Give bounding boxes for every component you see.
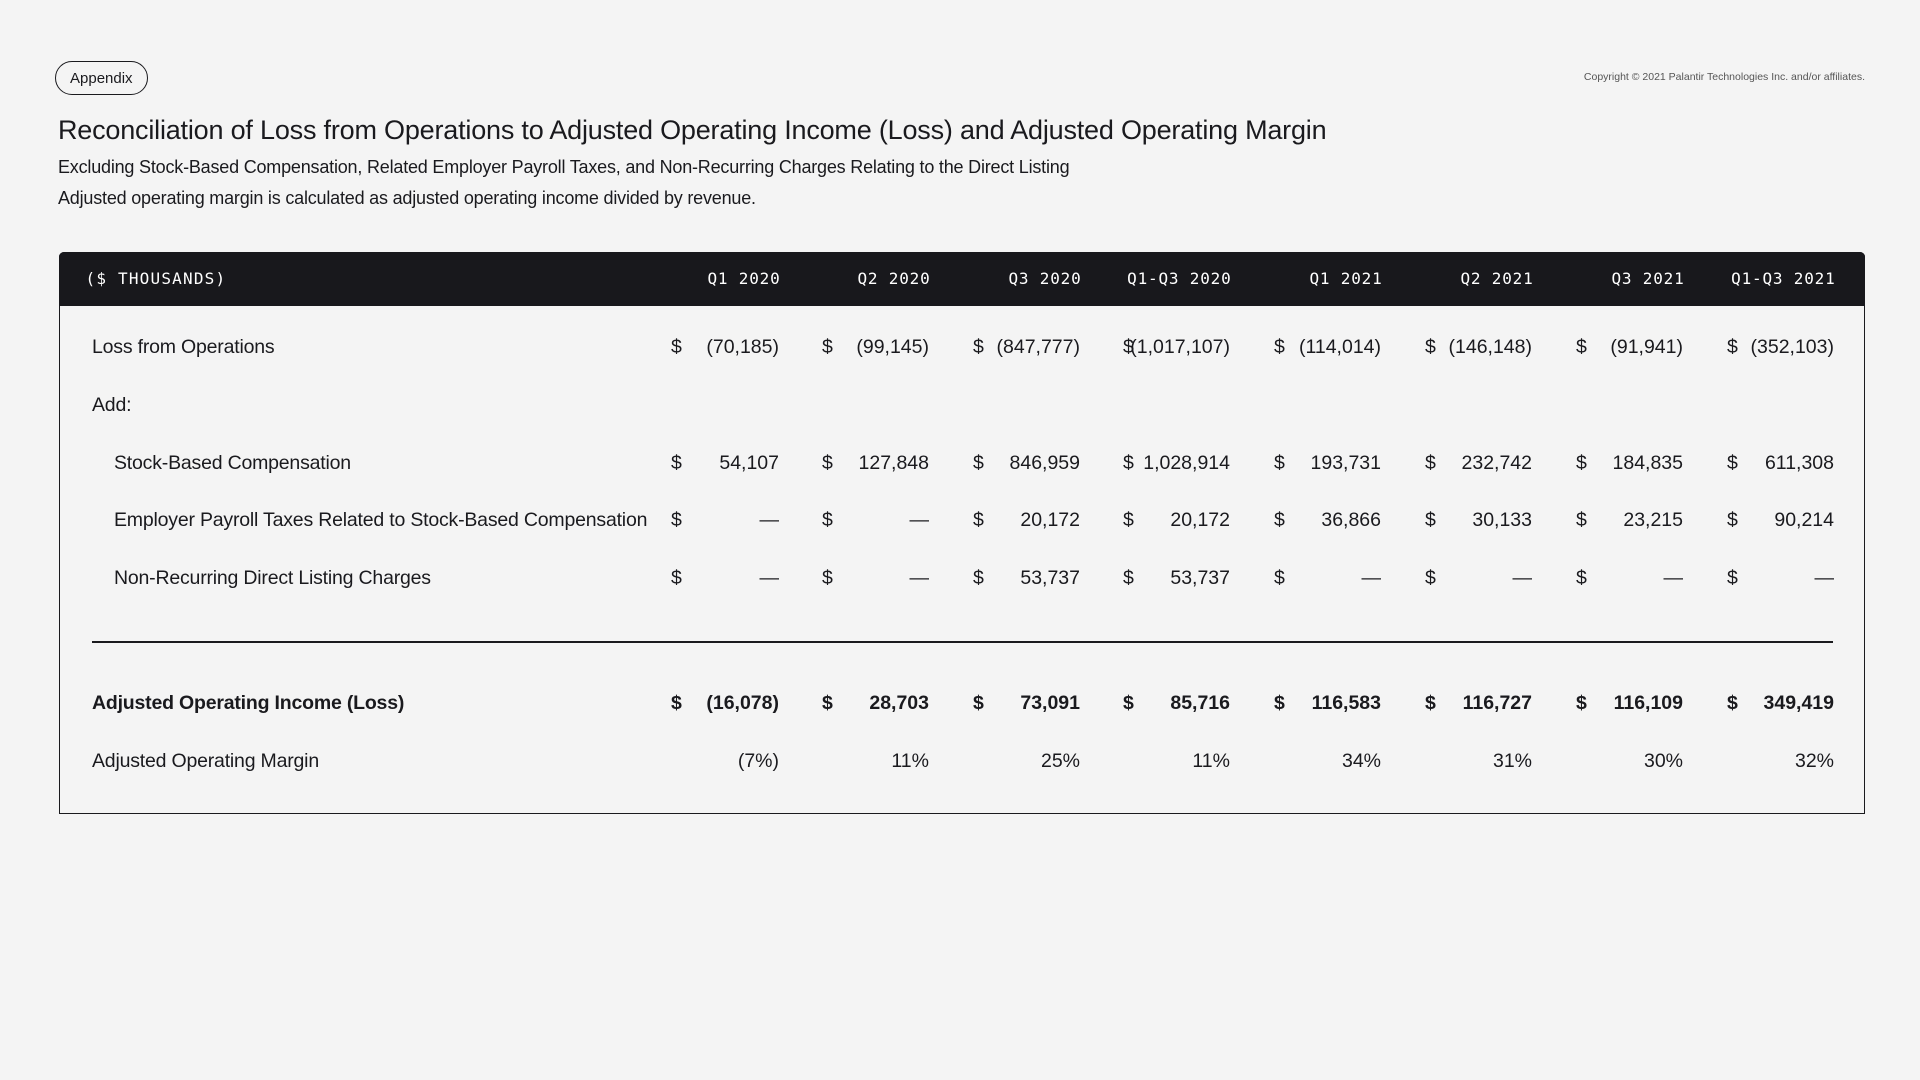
appendix-badge: Appendix <box>55 61 148 95</box>
column-header: Q1-Q3 2021 <box>1731 268 1836 288</box>
table-cell: 28,703 <box>869 692 929 714</box>
table-cell: 20,172 <box>1170 509 1230 531</box>
table-cell: 846,959 <box>1009 452 1081 474</box>
table-cell: — <box>759 509 780 531</box>
table-cell: — <box>1663 567 1684 589</box>
table-row: Adjusted Operating Margin (7%) 11% 25% 11% 34… <box>60 746 1866 776</box>
table-cell: (146,148) <box>1448 336 1532 358</box>
table-divider <box>92 641 1833 643</box>
row-label: Adjusted Operating Margin <box>92 750 319 772</box>
table-cell: 11% <box>891 750 929 772</box>
table-cell: — <box>909 509 930 531</box>
table-cell: — <box>1814 567 1835 589</box>
table-cell: 20,172 <box>1020 509 1080 531</box>
table-cell: 53,737 <box>1020 567 1080 589</box>
table-cell: (114,014) <box>1298 336 1381 358</box>
slide: Appendix Copyright © 2021 Palantir Techn… <box>0 0 1920 1080</box>
page-title: Reconciliation of Loss from Operations t… <box>58 115 1327 145</box>
row-label: Adjusted Operating Income (Loss) <box>92 692 405 714</box>
table-cell: 90,214 <box>1774 509 1834 531</box>
table-row: Adjusted Operating Income (Loss) $ (16,078… <box>60 688 1866 718</box>
table-cell: 611,308 <box>1764 452 1834 474</box>
table-cell: 127,848 <box>858 452 930 474</box>
table-row: Non-Recurring Direct Listing Charges $ — $ —… <box>60 563 1866 593</box>
table-cell: (16,078) <box>706 692 779 714</box>
column-header: Q3 2020 <box>1008 268 1082 288</box>
page-subtitle: Excluding Stock-Based Compensation, Rela… <box>58 157 1070 177</box>
column-header: Q2 2020 <box>857 268 931 288</box>
table-cell: 36,866 <box>1321 509 1381 531</box>
table-cell: 34% <box>1341 750 1381 772</box>
page-note: Adjusted operating margin is calculated … <box>58 188 756 208</box>
table-cell: — <box>909 567 930 589</box>
table-cell: (70,185) <box>706 336 779 358</box>
table-cell: 23,215 <box>1623 509 1683 531</box>
table-cell: — <box>1512 567 1533 589</box>
table-header: ($ THOUSANDS) Q1 2020 Q2 2020 Q3 2020 Q1-Q3… <box>58 251 1865 306</box>
table-cell: 53,737 <box>1170 567 1230 589</box>
table-cell: 11% <box>1192 750 1230 772</box>
reconciliation-table: ($ THOUSANDS) Q1 2020 Q2 2020 Q3 2020 Q1-Q3… <box>58 251 1866 814</box>
row-label: Loss from Operations <box>92 336 275 358</box>
table-cell: (847,777) <box>996 336 1080 358</box>
row-label: Non-Recurring Direct Listing Charges <box>114 567 431 589</box>
table-cell: (91,941) <box>1610 336 1683 358</box>
table-cell: 1,028,914 <box>1143 452 1230 474</box>
table-cell: 31% <box>1492 750 1532 772</box>
unit-label: ($ THOUSANDS) <box>85 268 227 288</box>
table-cell: 30,133 <box>1472 509 1532 531</box>
row-label: Add: <box>92 394 132 416</box>
column-header: Q3 2021 <box>1611 268 1685 288</box>
table-cell: 116,109 <box>1613 692 1683 714</box>
table-cell: 349,419 <box>1763 692 1835 714</box>
table-cell: 184,835 <box>1612 452 1684 474</box>
column-header: Q1 2021 <box>1309 268 1383 288</box>
table-cell: 85,716 <box>1170 692 1230 714</box>
row-label: Employer Payroll Taxes Related to Stock-… <box>114 509 648 531</box>
table-cell: 25% <box>1040 750 1080 772</box>
table-row: Stock-Based Compensation $54,107 $127,848 $… <box>60 448 1866 478</box>
table-cell: (1,017,107) <box>1130 336 1230 358</box>
table-cell: — <box>1361 567 1382 589</box>
table-cell: 32% <box>1794 750 1834 772</box>
table-row: Add: <box>60 390 1866 420</box>
copyright-notice: Copyright © 2021 Palantir Technologies I… <box>1583 71 1865 83</box>
table-cell: 30% <box>1643 750 1683 772</box>
column-header: Q2 2021 <box>1460 268 1534 288</box>
table-cell: (99,145) <box>856 336 929 358</box>
row-label: Stock-Based Compensation <box>114 452 351 474</box>
table-cell: 54,107 <box>719 452 779 474</box>
table-cell: 193,731 <box>1310 452 1382 474</box>
table-cell: 73,091 <box>1020 692 1080 714</box>
table-cell: 116,583 <box>1311 692 1381 714</box>
table-cell: 116,727 <box>1462 692 1532 714</box>
table-row: Employer Payroll Taxes Related to Stock-… <box>60 505 1866 535</box>
table-cell: (352,103) <box>1750 336 1834 358</box>
table-cell: (7%) <box>737 750 779 772</box>
table-row: Loss from Operations $ (70,185) $ (99,145) $(… <box>60 332 1866 362</box>
table-cell: 232,742 <box>1461 452 1533 474</box>
table-cell: — <box>759 567 780 589</box>
column-header: Q1 2020 <box>707 268 781 288</box>
column-header: Q1-Q3 2020 <box>1127 268 1232 288</box>
